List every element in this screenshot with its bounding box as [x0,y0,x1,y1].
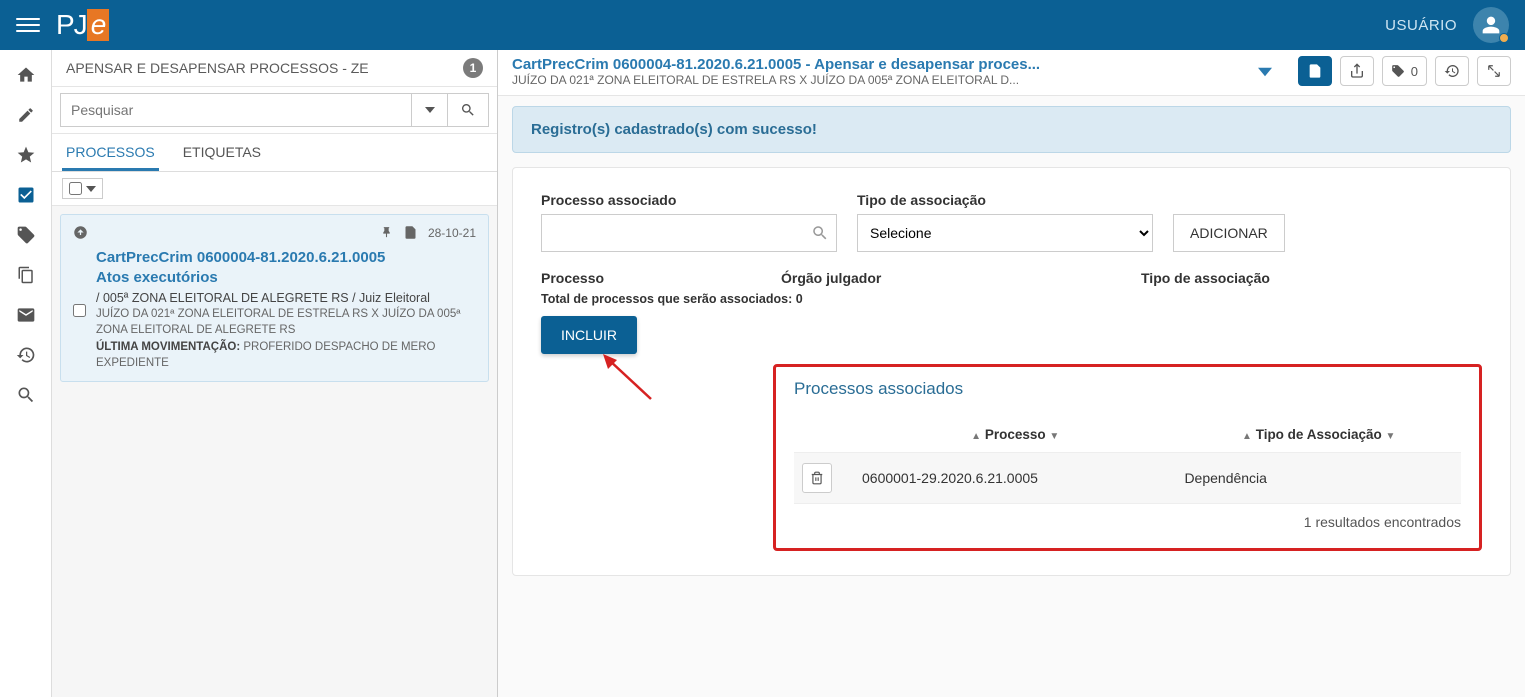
form-panel: Processo associado Tipo de associação Se… [512,167,1511,576]
task-panel: APENSAR E DESAPENSAR PROCESSOS - ZE 1 PR… [52,50,498,697]
process-header-sub: JUÍZO DA 021ª ZONA ELEITORAL DE ESTRELA … [512,73,1232,87]
annotation-arrow-icon [601,354,661,404]
select-all-dropdown[interactable] [62,178,103,199]
logo-pj: PJ [56,9,87,41]
main-panel: CartPrecCrim 0600004-81.2020.6.21.0005 -… [498,50,1525,697]
row-tipo: Dependência [1176,453,1461,504]
col-tipo: Tipo de associação [1141,270,1270,286]
avatar-status-badge [1499,33,1509,43]
card-title-line1[interactable]: CartPrecCrim 0600004-81.2020.6.21.0005 [96,248,476,268]
user-label[interactable]: USUÁRIO [1385,17,1457,34]
star-icon[interactable] [15,144,37,166]
select-all-checkbox[interactable] [69,182,82,195]
th-tipo[interactable]: ▲ Tipo de Associação ▼ [1176,417,1461,453]
upload-icon[interactable] [73,225,88,240]
adicionar-button[interactable]: ADICIONAR [1173,214,1285,252]
proc-assoc-label: Processo associado [541,192,837,208]
card-checkbox[interactable] [73,250,86,371]
copy-icon[interactable] [15,264,37,286]
document-view-button[interactable] [1298,56,1332,86]
top-bar: PJe USUÁRIO [0,0,1525,50]
tag-count-value: 0 [1411,64,1418,79]
task-count-badge: 1 [463,58,483,78]
share-button[interactable] [1340,56,1374,86]
process-header-title[interactable]: CartPrecCrim 0600004-81.2020.6.21.0005 -… [512,56,1232,73]
task-panel-title: APENSAR E DESAPENSAR PROCESSOS - ZE [66,60,369,76]
col-processo: Processo [541,270,721,286]
assoc-title: Processos associados [794,379,1461,399]
mail-icon[interactable] [15,304,37,326]
logo: PJe [56,9,109,41]
search-dropdown-button[interactable] [411,93,447,127]
total-line: Total de processos que serão associados:… [541,292,1482,306]
tipo-assoc-label: Tipo de associação [857,192,1153,208]
search-icon-inline[interactable] [811,224,829,242]
success-alert: Registro(s) cadastrado(s) com sucesso! [512,106,1511,153]
table-row: 0600001-29.2020.6.21.0005 Dependência [794,453,1461,504]
pin-icon[interactable] [380,226,393,239]
card-title-line2[interactable]: Atos executórios [96,268,476,288]
associated-processes-box: Processos associados ▲ Processo ▼ ▲ Tipo… [773,364,1482,551]
check-square-icon[interactable] [15,184,37,206]
tab-etiquetas[interactable]: ETIQUETAS [179,134,265,171]
results-count: 1 resultados encontrados [794,504,1461,530]
home-icon[interactable] [15,64,37,86]
tab-processos[interactable]: PROCESSOS [62,134,159,171]
avatar[interactable] [1473,7,1509,43]
side-rail [0,50,52,697]
col-orgao: Órgão julgador [781,270,1081,286]
history-icon[interactable] [15,344,37,366]
search-button[interactable] [447,93,489,127]
edit-icon[interactable] [15,104,37,126]
incluir-button[interactable]: INCLUIR [541,316,637,354]
card-meta2-label: ÚLTIMA MOVIMENTAÇÃO: [96,341,240,353]
process-card[interactable]: 28-10-21 CartPrecCrim 0600004-81.2020.6.… [60,214,489,382]
delete-row-button[interactable] [802,463,832,493]
card-sub: / 005ª ZONA ELEITORAL DE ALEGRETE RS / J… [96,291,476,305]
card-date: 28-10-21 [428,226,476,240]
logo-e: e [87,9,110,41]
menu-icon[interactable] [16,13,40,37]
tag-count[interactable]: 0 [1382,56,1427,86]
tipo-assoc-select[interactable]: Selecione [857,214,1153,252]
th-processo[interactable]: ▲ Processo ▼ [854,417,1176,453]
tags-icon[interactable] [15,224,37,246]
card-meta1: JUÍZO DA 021ª ZONA ELEITORAL DE ESTRELA … [96,307,476,338]
chevron-down-icon[interactable] [1244,65,1286,79]
proc-assoc-input[interactable] [541,214,837,252]
history-button[interactable] [1435,56,1469,86]
row-proc: 0600001-29.2020.6.21.0005 [854,453,1176,504]
fullscreen-button[interactable] [1477,56,1511,86]
document-icon[interactable] [403,225,418,240]
task-search-input[interactable] [60,93,411,127]
search-icon[interactable] [15,384,37,406]
